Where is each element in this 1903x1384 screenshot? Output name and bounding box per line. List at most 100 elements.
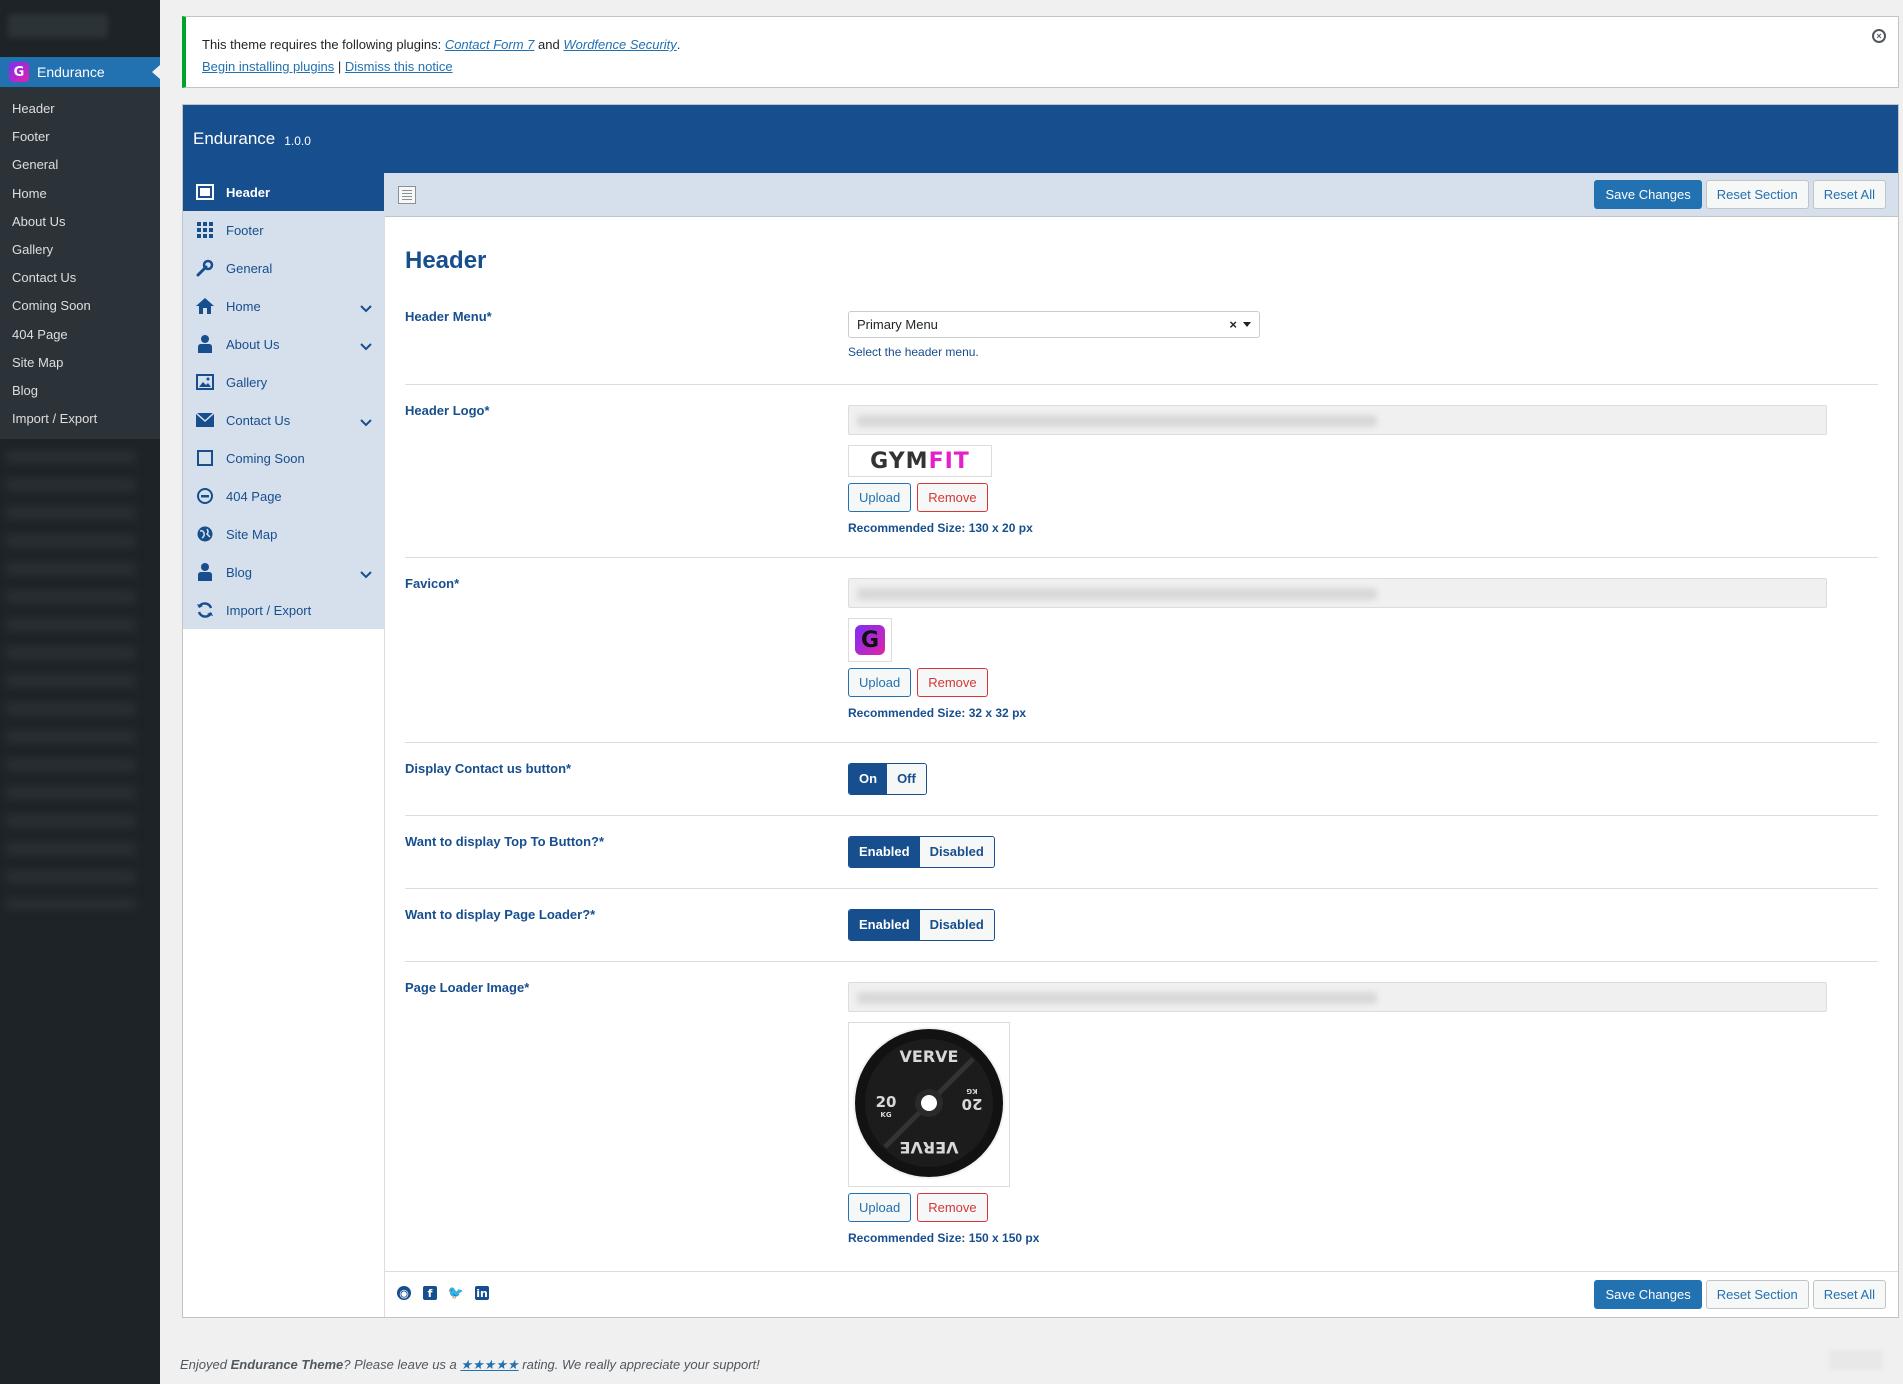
favicon-url-input[interactable] <box>848 578 1827 608</box>
panel-version: 1.0.0 <box>284 133 311 148</box>
contact-button-off[interactable]: Off <box>887 764 926 794</box>
footer-enjoyed: Enjoyed <box>180 1357 231 1372</box>
nav-item-home[interactable]: Home <box>183 287 384 325</box>
top-button-enabled[interactable]: Enabled <box>849 837 920 867</box>
refresh-icon <box>195 600 215 620</box>
image-icon <box>195 372 215 392</box>
caret-down-icon[interactable] <box>1243 322 1251 327</box>
header-logo-upload-button[interactable]: Upload <box>848 483 912 512</box>
wp-submenu-blog[interactable]: Blog <box>0 377 160 405</box>
dismiss-notice-link[interactable]: Dismiss this notice <box>345 59 453 74</box>
wp-submenu-footer[interactable]: Footer <box>0 123 160 151</box>
reset-section-button[interactable]: Reset Section <box>1705 180 1809 209</box>
wp-submenu-contact-us[interactable]: Contact Us <box>0 264 160 292</box>
nav-item-label: Import / Export <box>226 602 312 618</box>
header-logo-url-input[interactable] <box>848 405 1827 435</box>
wp-submenu-general[interactable]: General <box>0 151 160 179</box>
expand-options-icon[interactable] <box>398 186 416 204</box>
favicon-upload-button[interactable]: Upload <box>848 668 912 697</box>
wp-submenu-gallery[interactable]: Gallery <box>0 236 160 264</box>
reset-all-button[interactable]: Reset All <box>1812 1280 1886 1309</box>
nav-item-general[interactable]: General <box>183 249 384 287</box>
header-menu-select[interactable]: Primary Menu × <box>848 311 1260 338</box>
rating-stars-link[interactable]: ★★★★★ <box>460 1357 518 1372</box>
page-loader-disabled[interactable]: Disabled <box>919 910 994 940</box>
nav-item-404-page[interactable]: 404 Page <box>183 477 384 515</box>
loader-image-upload-button[interactable]: Upload <box>848 1193 912 1222</box>
page-loader-label: Want to display Page Loader?* <box>405 907 596 922</box>
footer-please: ? Please leave us a <box>343 1357 461 1372</box>
nav-item-label: General <box>226 260 273 276</box>
save-changes-button[interactable]: Save Changes <box>1594 1280 1702 1309</box>
nav-item-import-export[interactable]: Import / Export <box>183 591 384 629</box>
nav-item-header[interactable]: Header <box>183 173 384 211</box>
notice-and: and <box>538 37 560 52</box>
linkedin-icon[interactable]: in <box>475 1286 489 1300</box>
nav-item-about-us[interactable]: About Us <box>183 325 384 363</box>
nav-item-footer[interactable]: Footer <box>183 211 384 249</box>
plate-top-text: VERVE <box>900 1047 959 1066</box>
favicon-image: G <box>851 621 889 659</box>
toolbar-buttons: Save Changes Reset Section Reset All <box>1594 180 1886 209</box>
header-logo-buttons: Upload Remove <box>848 483 1827 512</box>
options-footer: ◉ f 🐦 in Save Changes Reset Section Rese… <box>385 1271 1898 1317</box>
nav-item-site-map[interactable]: Site Map <box>183 515 384 553</box>
page-loader-switch: Enabled Disabled <box>848 909 995 941</box>
top-button-disabled[interactable]: Disabled <box>919 837 994 867</box>
favicon-preview: G <box>848 618 892 662</box>
nav-item-label: Site Map <box>226 526 278 542</box>
top-button-field: Enabled Disabled <box>848 836 995 868</box>
wp-submenu-import-export[interactable]: Import / Export <box>0 405 160 433</box>
chevron-down-icon[interactable] <box>360 339 372 354</box>
wp-submenu-coming-soon[interactable]: Coming Soon <box>0 292 160 320</box>
theme-site-icon[interactable]: ◉ <box>397 1286 411 1300</box>
plate-right-weight: 20 <box>962 1095 983 1113</box>
twitter-icon[interactable]: 🐦 <box>448 1286 464 1301</box>
chevron-down-icon[interactable] <box>360 415 372 430</box>
nav-item-label: Gallery <box>226 374 268 390</box>
nav-item-label: 404 Page <box>226 488 282 504</box>
top-button-label: Want to display Top To Button?* <box>405 834 605 849</box>
loader-image-label: Page Loader Image* <box>405 980 530 995</box>
nav-item-coming-soon[interactable]: Coming Soon <box>183 439 384 477</box>
nav-item-label: Header <box>226 184 271 200</box>
nav-item-label: Blog <box>226 564 253 580</box>
wordfence-link[interactable]: Wordfence Security <box>563 37 676 52</box>
nav-item-contact-us[interactable]: Contact Us <box>183 401 384 439</box>
nav-item-blog[interactable]: Blog <box>183 553 384 591</box>
reset-section-button[interactable]: Reset Section <box>1705 1280 1809 1309</box>
nav-item-gallery[interactable]: Gallery <box>183 363 384 401</box>
wp-submenu-404-page[interactable]: 404 Page <box>0 321 160 349</box>
contact-button-switch: On Off <box>848 763 927 795</box>
notice-text: This theme requires the following plugin… <box>202 35 1882 55</box>
social-links: ◉ f 🐦 in <box>397 1286 489 1301</box>
facebook-icon[interactable]: f <box>423 1286 437 1300</box>
row-contact-button: Display Contact us button* On Off <box>405 743 1878 816</box>
wp-submenu-home[interactable]: Home <box>0 180 160 208</box>
plate-bottom-text: VERVE <box>900 1138 959 1157</box>
wp-submenu-header[interactable]: Header <box>0 95 160 123</box>
notice-separator: | <box>337 59 342 74</box>
header-logo-remove-button[interactable]: Remove <box>917 483 988 512</box>
wp-menu-endurance[interactable]: G Endurance <box>0 57 160 87</box>
loader-image-remove-button[interactable]: Remove <box>917 1193 988 1222</box>
close-notice-icon[interactable]: × <box>1872 29 1886 43</box>
loader-image-url-input[interactable] <box>848 982 1827 1012</box>
begin-installing-link[interactable]: Begin installing plugins <box>202 59 334 74</box>
chevron-down-icon[interactable] <box>360 567 372 582</box>
minus-circle-icon <box>195 486 215 506</box>
contact-form-7-link[interactable]: Contact Form 7 <box>445 37 535 52</box>
save-changes-button[interactable]: Save Changes <box>1594 180 1702 209</box>
reset-all-button[interactable]: Reset All <box>1812 180 1886 209</box>
user-icon <box>195 334 215 354</box>
row-header-logo: Header Logo* GYM FIT Upload Remove Recomme… <box>405 385 1878 558</box>
wp-submenu-about-us[interactable]: About Us <box>0 208 160 236</box>
wp-submenu-site-map[interactable]: Site Map <box>0 349 160 377</box>
contact-button-on[interactable]: On <box>849 764 888 794</box>
row-loader-image: Page Loader Image* VERVE VERVE 20 KG 20 … <box>405 962 1878 1272</box>
logo-text-gym: GYM <box>870 448 929 474</box>
chevron-down-icon[interactable] <box>360 301 372 316</box>
favicon-remove-button[interactable]: Remove <box>917 668 988 697</box>
page-loader-enabled[interactable]: Enabled <box>849 910 920 940</box>
clear-selection-icon[interactable]: × <box>1229 312 1237 337</box>
